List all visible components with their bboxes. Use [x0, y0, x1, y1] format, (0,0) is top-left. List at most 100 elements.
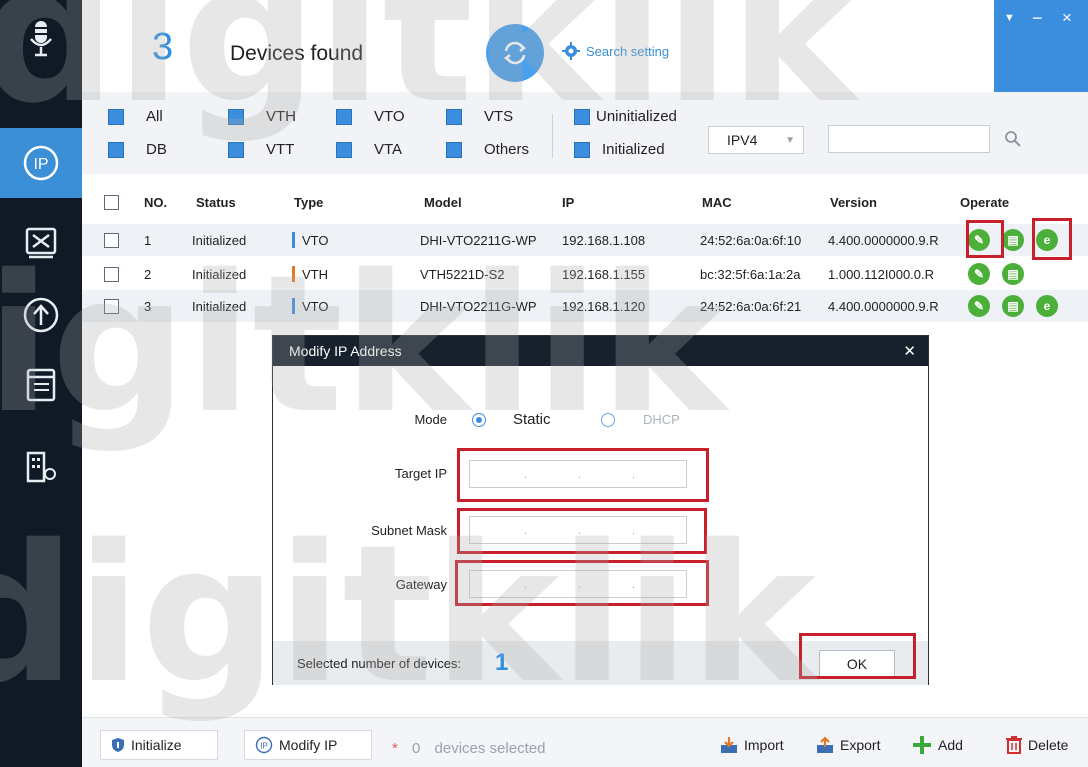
selected-devices-count: 1	[495, 649, 509, 676]
add-label: Add	[938, 737, 963, 753]
table-row[interactable]: 2 Initialized VTH VTH5221D-S2 192.168.1.…	[82, 258, 1088, 290]
filter-uninitialized[interactable]: Uninitialized	[574, 108, 677, 125]
import-button[interactable]: Import	[720, 730, 784, 760]
add-button[interactable]: Add	[912, 730, 963, 760]
ip-icon: IP	[255, 736, 273, 754]
table-row[interactable]: 1 Initialized VTO DHI-VTO2211G-WP 192.16…	[82, 224, 1088, 256]
close-icon[interactable]: ✕	[903, 342, 916, 360]
selected-devices-label: Selected number of devices:	[297, 656, 462, 671]
select-all-checkbox[interactable]	[104, 194, 119, 210]
checkbox[interactable]	[108, 108, 124, 125]
ip-version-select[interactable]: IPV4 ▼	[708, 126, 804, 154]
sidebar-item-ip[interactable]: IP	[0, 128, 82, 198]
initialize-label: Initialize	[131, 737, 182, 753]
export-icon	[816, 736, 834, 754]
row-version: 4.400.0000000.9.R	[828, 298, 939, 314]
devices-selected-text: devices selected	[434, 740, 546, 757]
type-color-bar	[292, 298, 295, 314]
close-icon[interactable]: ×	[1062, 8, 1072, 28]
filter-initialized[interactable]: Initialized	[574, 141, 665, 158]
checkbox[interactable]	[228, 108, 244, 125]
required-star-icon: *	[392, 740, 398, 757]
sidebar-item-list[interactable]	[0, 350, 82, 420]
edit-icon[interactable]: ✎	[968, 295, 990, 317]
refresh-icon	[503, 41, 527, 65]
search-icon[interactable]	[1004, 130, 1022, 148]
gear-icon	[562, 42, 580, 60]
sidebar-item-microphone[interactable]	[0, 4, 82, 74]
column-header: Model	[424, 194, 462, 210]
column-header: MAC	[702, 194, 732, 210]
search-setting-link[interactable]: Search setting	[562, 42, 669, 60]
filter-vth[interactable]: VTH	[228, 108, 296, 125]
type-color-bar	[292, 232, 295, 248]
checkbox[interactable]	[574, 141, 590, 158]
filter-label: Others	[484, 141, 530, 158]
highlight-box	[966, 220, 1004, 258]
details-icon[interactable]: ▤	[1002, 263, 1024, 285]
sidebar-item-tools[interactable]	[0, 208, 82, 278]
checkbox[interactable]	[574, 108, 590, 125]
highlight-box	[457, 448, 709, 502]
filter-others[interactable]: Others	[446, 141, 529, 158]
highlight-box	[1032, 218, 1072, 260]
filter-vts[interactable]: VTS	[446, 108, 513, 125]
window-controls: ▼ − ×	[994, 0, 1088, 92]
initialize-button[interactable]: Initialize	[100, 730, 218, 760]
checkbox[interactable]	[108, 141, 124, 158]
checkbox[interactable]	[336, 108, 352, 125]
svg-text:IP: IP	[33, 156, 48, 173]
table-row[interactable]: 3 Initialized VTO DHI-VTO2211G-WP 192.16…	[82, 290, 1088, 322]
ip-icon: IP	[23, 145, 59, 181]
row-checkbox[interactable]	[104, 298, 119, 314]
row-no: 3	[144, 298, 152, 314]
export-button[interactable]: Export	[816, 730, 880, 760]
edit-icon[interactable]: ✎	[968, 263, 990, 285]
checkbox[interactable]	[228, 141, 244, 158]
plus-icon	[912, 735, 932, 755]
row-ip: 192.168.1.120	[562, 298, 646, 314]
filter-label: VTO	[374, 108, 405, 125]
menu-dropdown-icon[interactable]: ▼	[1004, 12, 1015, 24]
filter-vtt[interactable]: VTT	[228, 141, 294, 158]
filter-db[interactable]: DB	[108, 141, 167, 158]
search-setting-label: Search setting	[586, 43, 670, 59]
dhcp-radio[interactable]	[601, 413, 615, 427]
filter-vto[interactable]: VTO	[336, 108, 405, 125]
filter-label: VTT	[266, 141, 295, 158]
modify-ip-button[interactable]: IP Modify IP	[244, 730, 372, 760]
row-type-label: VTO	[302, 298, 329, 314]
row-status: Initialized	[192, 298, 247, 314]
upgrade-icon	[23, 297, 59, 333]
row-checkbox[interactable]	[104, 232, 119, 248]
column-header: IP	[562, 194, 575, 210]
minimize-icon[interactable]: −	[1032, 8, 1043, 29]
column-header: Operate	[960, 194, 1010, 210]
row-mac: bc:32:5f:6a:1a:2a	[700, 266, 801, 282]
filter-label: Initialized	[602, 141, 665, 158]
microphone-icon	[30, 21, 52, 57]
delete-button[interactable]: Delete	[1006, 730, 1068, 760]
checkbox[interactable]	[446, 141, 462, 158]
dhcp-label: DHCP	[643, 412, 680, 427]
highlight-box	[799, 633, 916, 679]
bottom-toolbar: Initialize IP Modify IP * 0 devices sele…	[82, 717, 1088, 767]
sidebar-item-upgrade[interactable]	[0, 280, 82, 350]
sidebar-item-building[interactable]	[0, 432, 82, 502]
row-checkbox[interactable]	[104, 266, 119, 282]
details-icon[interactable]: ▤	[1002, 229, 1024, 251]
filter-label: VTH	[266, 108, 296, 125]
row-type-label: VTH	[302, 266, 328, 282]
static-radio[interactable]	[472, 413, 486, 427]
highlight-box	[455, 560, 709, 606]
checkbox[interactable]	[446, 108, 462, 125]
checkbox[interactable]	[336, 141, 352, 158]
details-icon[interactable]: ▤	[1002, 295, 1024, 317]
search-input[interactable]	[828, 125, 990, 153]
refresh-button[interactable]	[486, 24, 544, 82]
svg-text:IP: IP	[260, 742, 268, 751]
filter-all[interactable]: All	[108, 108, 163, 125]
web-browser-icon[interactable]: e	[1036, 295, 1058, 317]
row-version: 1.000.112I000.0.R	[828, 266, 935, 282]
filter-vta[interactable]: VTA	[336, 141, 402, 158]
